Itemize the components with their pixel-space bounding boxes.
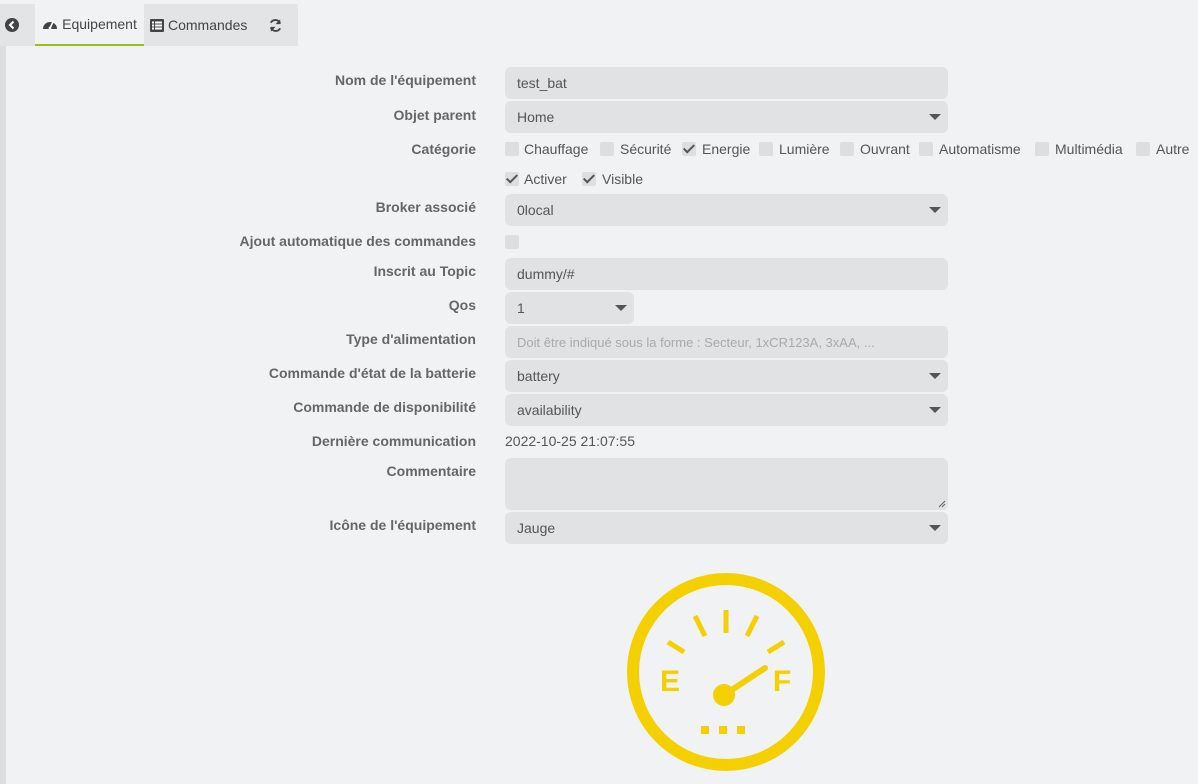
broker-label: Broker associé bbox=[375, 199, 476, 215]
activate-label: Activer bbox=[524, 171, 567, 187]
category-chauffage-label: Chauffage bbox=[524, 141, 589, 157]
category-energie-checkbox[interactable] bbox=[682, 142, 696, 156]
category-securite-checkbox[interactable] bbox=[600, 142, 614, 156]
gauge-dot bbox=[737, 726, 745, 734]
topic-input[interactable]: dummy/# bbox=[505, 258, 948, 290]
dashboard-icon bbox=[43, 21, 58, 30]
category-autre-checkbox[interactable] bbox=[1136, 142, 1150, 156]
category-multimedia-checkbox[interactable] bbox=[1035, 142, 1049, 156]
topic-label: Inscrit au Topic bbox=[373, 263, 476, 279]
category-chauffage-checkbox[interactable] bbox=[505, 142, 519, 156]
availability-label: Commande de disponibilité bbox=[293, 399, 476, 415]
category-lumiere-checkbox[interactable] bbox=[759, 142, 773, 156]
gauge-full-letter: F bbox=[773, 665, 791, 698]
lastcomm-value: 2022-10-25 21:07:55 bbox=[505, 433, 635, 449]
refresh-icon bbox=[269, 18, 281, 32]
gauge-icon: E F bbox=[627, 573, 825, 771]
tab-commandes-label: Commandes bbox=[168, 17, 248, 33]
category-automatisme-label: Automatisme bbox=[939, 141, 1021, 157]
comment-label: Commentaire bbox=[386, 463, 476, 479]
icon-select[interactable]: Jauge bbox=[505, 512, 948, 544]
category-ouvrant-label: Ouvrant bbox=[860, 141, 910, 157]
comment-textarea[interactable] bbox=[505, 458, 948, 510]
autoadd-label: Ajout automatique des commandes bbox=[239, 233, 476, 249]
category-label: Catégorie bbox=[411, 141, 476, 157]
refresh-button[interactable] bbox=[266, 4, 288, 46]
broker-select[interactable]: 0local bbox=[505, 194, 948, 226]
icon-label: Icône de l'équipement bbox=[329, 517, 476, 533]
category-lumiere-label: Lumière bbox=[779, 141, 830, 157]
battery-label: Commande d'état de la batterie bbox=[268, 365, 476, 381]
category-multimedia-label: Multimédia bbox=[1055, 141, 1123, 157]
gauge-dot bbox=[719, 726, 727, 734]
power-placeholder: Doit être indiqué sous la forme : Secteu… bbox=[517, 335, 875, 350]
gauge-tick bbox=[666, 639, 686, 655]
availability-select[interactable]: availability bbox=[505, 394, 948, 426]
tab-equipement[interactable]: Equipement bbox=[35, 4, 144, 46]
power-label: Type d'alimentation bbox=[346, 331, 476, 347]
back-arrow-icon bbox=[5, 18, 19, 32]
left-border bbox=[0, 0, 6, 784]
gauge-dot bbox=[701, 726, 709, 734]
gauge-pivot bbox=[713, 684, 735, 706]
list-icon bbox=[150, 18, 164, 32]
qos-label: Qos bbox=[448, 297, 476, 313]
autoadd-checkbox[interactable] bbox=[505, 235, 519, 249]
tab-commandes[interactable]: Commandes bbox=[150, 4, 250, 46]
gauge-empty-letter: E bbox=[660, 665, 680, 698]
lastcomm-label: Dernière communication bbox=[311, 433, 476, 449]
gauge-tick bbox=[692, 614, 708, 638]
battery-select[interactable]: battery bbox=[505, 360, 948, 392]
tab-bar: Equipement Commandes bbox=[0, 0, 1198, 46]
parent-label: Objet parent bbox=[393, 107, 476, 123]
category-energie-label: Energie bbox=[702, 141, 751, 157]
name-label: Nom de l'équipement bbox=[334, 72, 476, 88]
category-securite-label: Sécurité bbox=[620, 141, 672, 157]
tab-equipement-label: Equipement bbox=[62, 16, 137, 32]
visible-label: Visible bbox=[602, 171, 643, 187]
name-input[interactable]: test_bat bbox=[505, 67, 948, 99]
qos-select[interactable]: 1 bbox=[505, 292, 634, 324]
back-button[interactable] bbox=[4, 4, 24, 46]
gauge-tick bbox=[766, 639, 786, 655]
gauge-tick bbox=[744, 614, 760, 638]
category-autre-label: Autre bbox=[1156, 141, 1190, 157]
resize-grip-icon[interactable] bbox=[938, 500, 946, 508]
power-input[interactable]: Doit être indiqué sous la forme : Secteu… bbox=[505, 326, 948, 358]
activate-checkbox[interactable] bbox=[505, 172, 519, 186]
visible-checkbox[interactable] bbox=[582, 172, 596, 186]
parent-select[interactable]: Home bbox=[505, 101, 948, 133]
category-ouvrant-checkbox[interactable] bbox=[840, 142, 854, 156]
category-automatisme-checkbox[interactable] bbox=[919, 142, 933, 156]
